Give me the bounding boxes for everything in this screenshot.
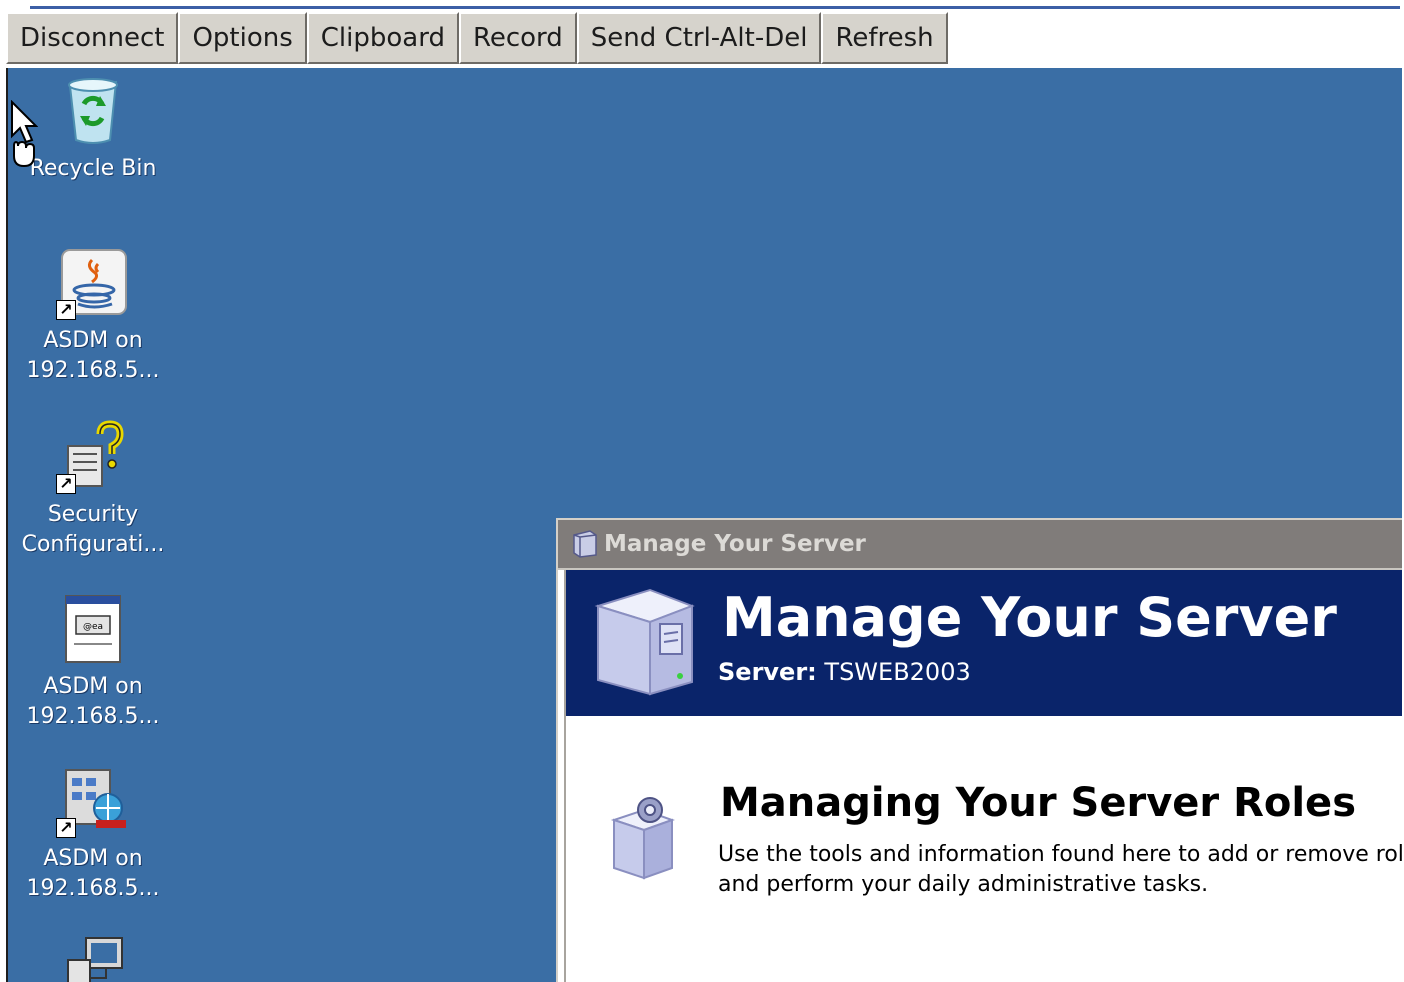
server-title-icon xyxy=(570,529,600,559)
clipboard-button[interactable]: Clipboard xyxy=(306,12,459,64)
web-app-icon: ↗ xyxy=(56,764,130,838)
desktop: Recycle Bin ↗ ASDM on 192.168.5... ↗ Sec… xyxy=(6,68,1402,982)
desktop-icon-label: Security Configurati... xyxy=(21,502,165,557)
shortcut-arrow-icon: ↗ xyxy=(56,818,76,838)
svg-text:@ea: @ea xyxy=(83,622,103,632)
java-icon: ↗ xyxy=(56,246,130,320)
record-button[interactable]: Record xyxy=(458,12,577,64)
window-content: Manage Your Server Server: TSWEB2003 Man… xyxy=(564,570,1402,982)
header-banner: Manage Your Server Server: TSWEB2003 xyxy=(566,570,1402,716)
desktop-icon-label: ASDM on 192.168.5... xyxy=(26,846,160,901)
banner-title: Manage Your Server xyxy=(722,586,1337,649)
desktop-icon-asdm-java[interactable]: ↗ ASDM on 192.168.5... xyxy=(8,246,178,386)
disconnect-button[interactable]: Disconnect xyxy=(6,12,179,64)
security-config-icon: ↗ xyxy=(56,420,130,494)
computer-icon xyxy=(56,934,130,982)
document-icon: @ea xyxy=(56,592,130,666)
server-name: TSWEB2003 xyxy=(824,658,971,686)
send-ctrl-alt-del-button[interactable]: Send Ctrl-Alt-Del xyxy=(576,12,822,64)
top-strip xyxy=(0,0,1404,10)
mouse-cursor-icon xyxy=(8,99,39,174)
recycle-bin-icon xyxy=(56,74,130,148)
window-title: Manage Your Server xyxy=(604,531,866,557)
server-roles-icon xyxy=(608,796,680,884)
desktop-icon-security-configuration[interactable]: ↗ Security Configurati... xyxy=(8,420,178,560)
shortcut-arrow-icon: ↗ xyxy=(56,300,76,320)
options-button[interactable]: Options xyxy=(178,12,307,64)
roles-description-line-2: and perform your daily administrative ta… xyxy=(718,872,1209,897)
server-info: Server: TSWEB2003 xyxy=(718,658,971,686)
server-icon xyxy=(590,584,700,700)
server-label: Server: xyxy=(718,658,817,686)
desktop-icon-label: ASDM on 192.168.5... xyxy=(26,328,160,383)
roles-description-line-1: Use the tools and information found here… xyxy=(718,842,1402,867)
desktop-icon-asdm-web[interactable]: ↗ ASDM on 192.168.5... xyxy=(8,764,178,904)
roles-description: Use the tools and information found here… xyxy=(718,840,1402,900)
manage-your-server-window[interactable]: Manage Your Server Manage Your Server Se… xyxy=(556,518,1402,982)
roles-section: Managing Your Server Roles Use the tools… xyxy=(566,716,1402,976)
desktop-icon-label: ASDM on 192.168.5... xyxy=(26,674,160,729)
shortcut-arrow-icon: ↗ xyxy=(56,474,76,494)
top-border-line xyxy=(30,6,1400,9)
remote-toolbar: Disconnect Options Clipboard Record Send… xyxy=(6,12,948,66)
window-titlebar[interactable]: Manage Your Server xyxy=(558,520,1402,570)
roles-title: Managing Your Server Roles xyxy=(720,780,1356,826)
desktop-icon-asdm-document[interactable]: @ea ASDM on 192.168.5... xyxy=(8,592,178,732)
desktop-icon-computer[interactable] xyxy=(8,934,178,982)
refresh-button[interactable]: Refresh xyxy=(821,12,948,64)
